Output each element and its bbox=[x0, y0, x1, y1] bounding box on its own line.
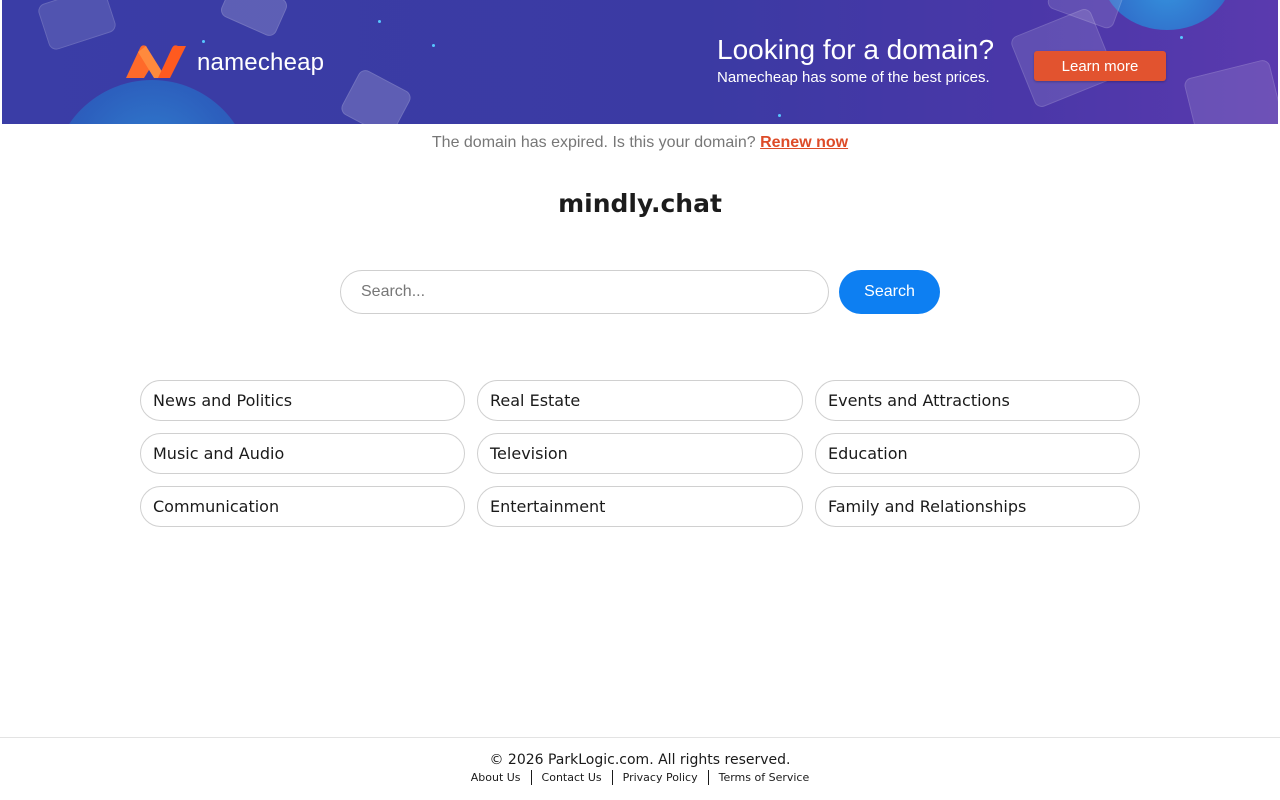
decorative-card bbox=[36, 0, 118, 52]
category-link[interactable]: Television bbox=[477, 433, 803, 474]
promo-subtitle: Namecheap has some of the best prices. bbox=[717, 69, 990, 86]
decorative-dot bbox=[202, 40, 205, 43]
decorative-planet bbox=[1102, 0, 1232, 30]
decorative-planet bbox=[52, 80, 252, 124]
brand-name: namecheap bbox=[197, 49, 325, 76]
domain-name-title: mindly.chat bbox=[558, 189, 722, 218]
footer-link-privacy[interactable]: Privacy Policy bbox=[613, 770, 708, 785]
renew-now-link[interactable]: Renew now bbox=[760, 134, 848, 151]
category-link[interactable]: Communication bbox=[140, 486, 465, 527]
decorative-dot bbox=[778, 114, 781, 117]
category-link[interactable]: Events and Attractions bbox=[815, 380, 1140, 421]
namecheap-ad-banner[interactable]: namecheap Looking for a domain? Namechea… bbox=[2, 0, 1278, 124]
footer-links: About Us Contact Us Privacy Policy Terms… bbox=[0, 770, 1280, 785]
decorative-dot bbox=[1180, 36, 1183, 39]
footer-link-terms[interactable]: Terms of Service bbox=[709, 770, 820, 785]
copyright-text: © 2026 ParkLogic.com. All rights reserve… bbox=[489, 752, 791, 768]
promo-title: Looking for a domain? bbox=[717, 34, 995, 65]
decorative-dot bbox=[378, 20, 381, 23]
decorative-dot bbox=[432, 44, 435, 47]
search-input[interactable] bbox=[340, 270, 829, 314]
domain-expired-notice: The domain has expired. Is this your dom… bbox=[0, 134, 1280, 152]
category-link[interactable]: Family and Relationships bbox=[815, 486, 1140, 527]
search-button[interactable]: Search bbox=[839, 270, 940, 314]
expired-notice-text: The domain has expired. Is this your dom… bbox=[431, 134, 756, 151]
footer-divider bbox=[0, 737, 1280, 738]
category-link[interactable]: News and Politics bbox=[140, 380, 465, 421]
category-link[interactable]: Entertainment bbox=[477, 486, 803, 527]
category-link[interactable]: Real Estate bbox=[477, 380, 803, 421]
namecheap-logo-icon bbox=[126, 45, 186, 78]
footer-link-about[interactable]: About Us bbox=[461, 770, 531, 785]
namecheap-logo[interactable]: namecheap bbox=[124, 44, 324, 80]
footer-link-contact[interactable]: Contact Us bbox=[532, 770, 612, 785]
promo-text: Looking for a domain? Namecheap has some… bbox=[717, 33, 994, 87]
decorative-card bbox=[1182, 58, 1278, 124]
related-categories: News and Politics Real Estate Events and… bbox=[140, 380, 1140, 527]
decorative-card bbox=[218, 0, 290, 39]
category-link[interactable]: Education bbox=[815, 433, 1140, 474]
decorative-card bbox=[338, 67, 414, 124]
learn-more-button[interactable]: Learn more bbox=[1034, 51, 1166, 81]
category-link[interactable]: Music and Audio bbox=[140, 433, 465, 474]
